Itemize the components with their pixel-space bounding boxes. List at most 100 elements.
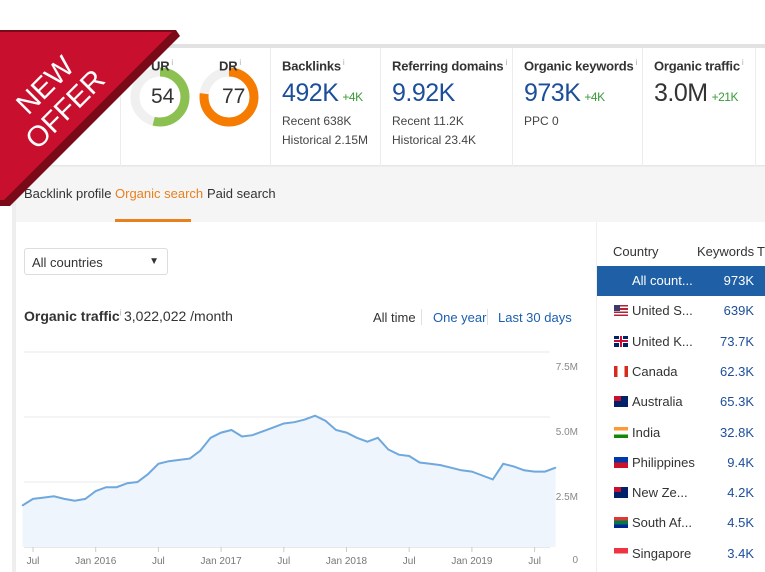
country-name: United S... xyxy=(632,303,693,319)
data-point xyxy=(220,431,222,434)
data-point xyxy=(272,426,275,429)
referring-domains-value[interactable]: 9.92K xyxy=(392,79,455,107)
country-name: Australia xyxy=(632,394,683,410)
range-one-year[interactable]: One year xyxy=(433,310,486,325)
country-name: All count... xyxy=(632,273,693,288)
y-tick-label: 7.5M xyxy=(556,362,578,373)
country-select[interactable]: All countries ▼ xyxy=(24,248,168,275)
data-point xyxy=(408,455,411,457)
extra-cell xyxy=(755,48,765,166)
data-point xyxy=(429,463,431,465)
data-point xyxy=(418,461,421,464)
country-name: South Af... xyxy=(632,515,692,531)
country-keywords: 65.3K xyxy=(720,394,754,410)
country-keywords: 3.4K xyxy=(727,545,754,561)
traffic-header[interactable]: Tr xyxy=(757,244,765,259)
flag-sg-icon xyxy=(614,547,628,559)
country-row[interactable]: United K... 73.7K xyxy=(597,327,765,357)
country-row[interactable]: South Af... 4.5K xyxy=(597,508,765,538)
country-row[interactable]: United S... 639K xyxy=(597,296,765,326)
caret-down-icon: ▼ xyxy=(149,256,159,267)
organic-traffic-delta: +21K xyxy=(711,90,739,105)
flag-uk-icon xyxy=(614,335,628,347)
country-keywords: 973K xyxy=(723,273,754,288)
country-select-value: All countries xyxy=(32,255,103,270)
country-keywords: 639K xyxy=(723,303,754,319)
country-keywords: 9.4K xyxy=(727,454,754,470)
organic-traffic-total: 3,022,022 /month xyxy=(124,308,233,324)
data-point xyxy=(471,470,473,473)
range-all-time[interactable]: All time xyxy=(373,310,416,325)
data-point xyxy=(293,421,296,423)
country-row[interactable]: Canada 62.3K xyxy=(597,357,765,387)
range-divider xyxy=(421,309,422,325)
data-point xyxy=(544,470,546,473)
flag-in-icon xyxy=(614,426,628,438)
dr-value: 77 xyxy=(222,85,246,108)
data-point xyxy=(512,465,515,468)
organic-traffic-label: Organic traffic i xyxy=(654,58,744,74)
data-point xyxy=(105,486,107,488)
dr-label: DR i xyxy=(219,58,241,74)
country-row[interactable]: Australia 65.3K xyxy=(597,387,765,417)
backlinks-cell: Backlinks i 492K +4K Recent 638K Historical… xyxy=(270,48,380,166)
country-row[interactable]: India 32.8K xyxy=(597,418,765,448)
country-name: Philippines xyxy=(632,454,695,470)
backlinks-historical: Historical 2.15M xyxy=(282,133,369,148)
data-point xyxy=(84,498,87,500)
data-point xyxy=(199,450,201,452)
data-point xyxy=(230,429,233,431)
data-point xyxy=(366,440,369,443)
data-point xyxy=(53,495,55,498)
data-point xyxy=(251,434,254,436)
country-name: India xyxy=(632,424,661,440)
data-point xyxy=(439,464,442,466)
x-tick-label: Jan 2016 xyxy=(75,556,117,567)
data-point xyxy=(74,499,76,502)
data-point xyxy=(502,463,505,465)
organic-keywords-delta: +4K xyxy=(584,90,605,105)
backlinks-label: Backlinks i xyxy=(282,58,345,74)
country-keywords: 73.7K xyxy=(720,333,754,349)
organic-traffic-value: 3.0M xyxy=(654,79,708,108)
data-point xyxy=(157,463,160,465)
data-point xyxy=(188,457,191,460)
data-point xyxy=(481,474,484,477)
referring-domains-historical: Historical 23.4K xyxy=(392,133,477,148)
backlinks-value[interactable]: 492K xyxy=(282,79,339,107)
data-point xyxy=(554,466,557,469)
organic-keywords-value[interactable]: 973K xyxy=(524,79,581,107)
range-last-30-days[interactable]: Last 30 days xyxy=(498,310,572,325)
range-divider xyxy=(487,309,488,325)
data-point xyxy=(21,504,24,507)
country-row[interactable]: Philippines 9.4K xyxy=(597,448,765,478)
country-row[interactable]: Singapore 3.4K xyxy=(597,539,765,569)
backlinks-delta: +4K xyxy=(342,90,363,105)
data-point xyxy=(460,469,463,472)
tab-paid-search[interactable]: Paid search xyxy=(207,186,276,201)
data-point xyxy=(168,460,170,462)
country-name: New Ze... xyxy=(632,485,688,501)
data-point xyxy=(345,431,348,434)
country-keywords: 4.2K xyxy=(727,485,754,501)
country-row[interactable]: All count... 973K xyxy=(597,266,765,296)
x-tick-label: Jul xyxy=(152,556,165,567)
country-row[interactable]: New Ze... 4.2K xyxy=(597,478,765,508)
data-point xyxy=(324,420,327,422)
x-tick-label: Jul xyxy=(277,556,290,567)
y-tick-label: 2.5M xyxy=(556,492,578,503)
organic-keywords-cell: Organic keywords i 973K +4K PPC 0 xyxy=(512,48,642,166)
data-point xyxy=(209,437,212,439)
x-tick-label: Jul xyxy=(528,556,541,567)
new-offer-ribbon: NEW OFFER xyxy=(0,30,180,206)
data-point xyxy=(115,486,118,488)
flag-us-icon xyxy=(614,305,628,317)
country-header[interactable]: Country xyxy=(613,244,659,259)
keywords-header[interactable]: Keywords xyxy=(697,244,754,259)
data-point xyxy=(450,466,452,469)
country-keywords: 32.8K xyxy=(720,424,754,440)
y-tick-label: 5.0M xyxy=(556,427,578,438)
x-tick-label: Jan 2018 xyxy=(326,556,368,567)
data-point xyxy=(178,459,181,461)
organic-keywords-label: Organic keywords i xyxy=(524,58,638,74)
